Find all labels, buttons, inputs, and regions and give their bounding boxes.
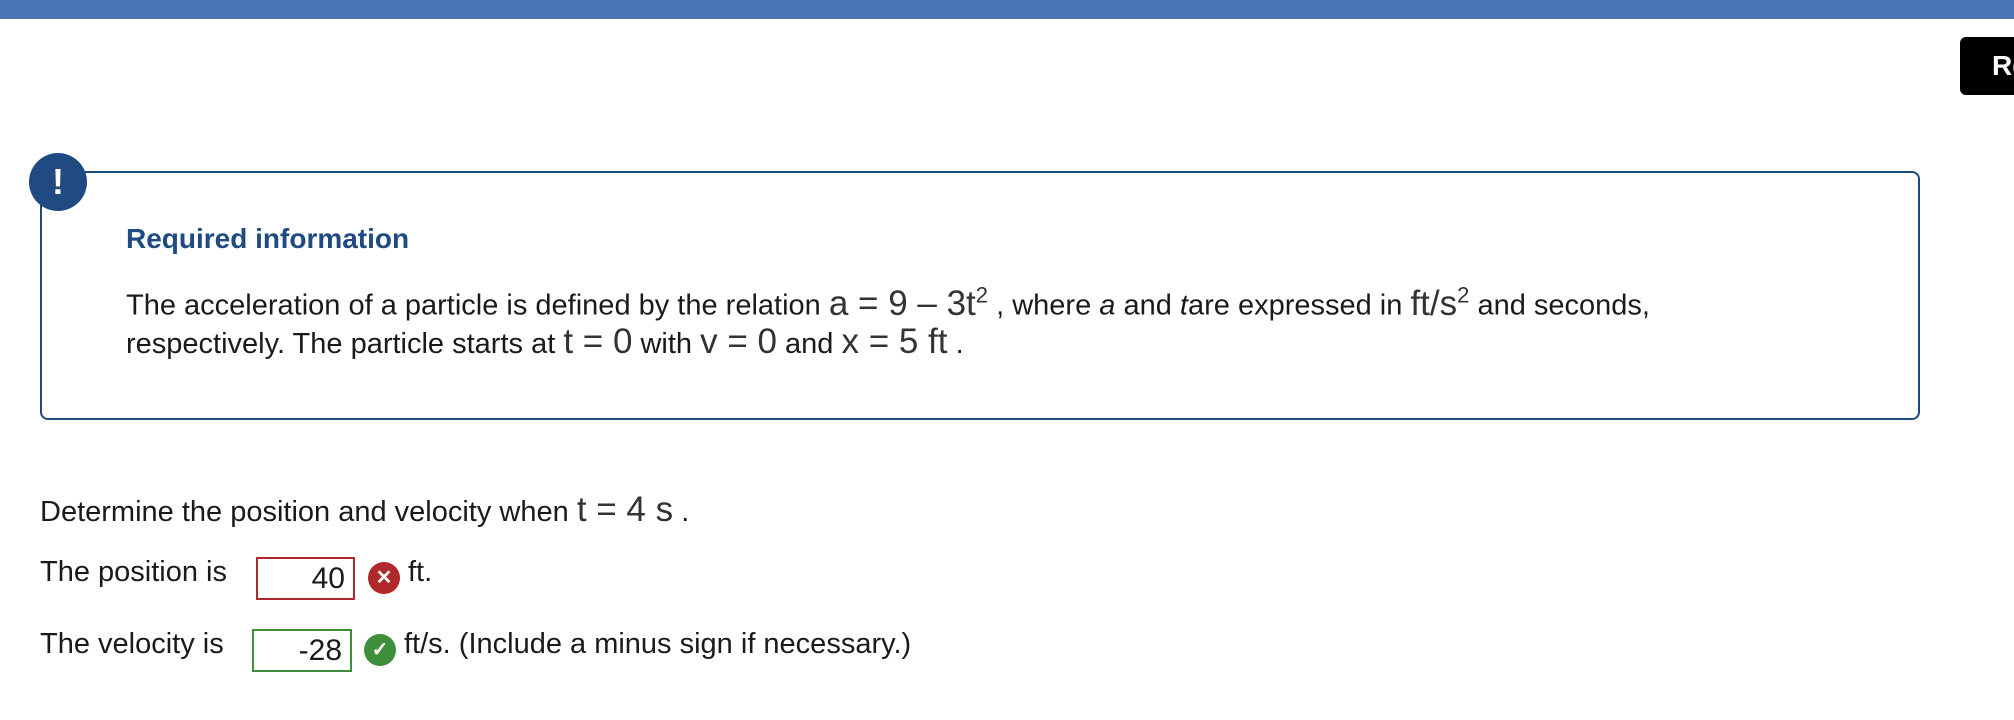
time-equation: t = 4 s <box>576 490 674 529</box>
position-input[interactable] <box>256 557 355 600</box>
check-circle-icon: ✓ <box>364 634 396 666</box>
info-title: Required information <box>126 223 410 254</box>
variable-a: a <box>1099 289 1116 322</box>
acceleration-equation: a = 9 – 3t2 <box>828 282 989 323</box>
info-text: , where <box>996 289 1092 322</box>
acceleration-unit: ft/s2 <box>1410 282 1470 323</box>
velocity-input[interactable] <box>252 629 352 672</box>
initial-velocity-equation: v = 0 <box>700 322 777 361</box>
initial-position-equation: x = 5 ft <box>841 322 948 361</box>
info-text-line-1: The acceleration of a particle is define… <box>126 282 1650 323</box>
info-text: The acceleration of a particle is define… <box>126 289 821 322</box>
position-unit: ft. <box>408 556 433 588</box>
initial-time-equation: t = 0 <box>563 322 633 361</box>
info-text-line-2: respectively. The particle starts at t =… <box>126 322 964 361</box>
top-bar <box>0 0 2014 19</box>
alert-icon: ! <box>29 153 87 211</box>
velocity-unit: ft/s. (Include a minus sign if necessary… <box>404 628 912 660</box>
corner-button[interactable]: Re <box>1960 37 2014 95</box>
velocity-label: The velocity is <box>40 628 224 660</box>
position-label: The position is <box>40 556 227 588</box>
x-circle-icon: ✕ <box>368 562 400 594</box>
question-prompt: Determine the position and velocity when… <box>40 490 690 529</box>
variable-t: t <box>1179 289 1188 322</box>
